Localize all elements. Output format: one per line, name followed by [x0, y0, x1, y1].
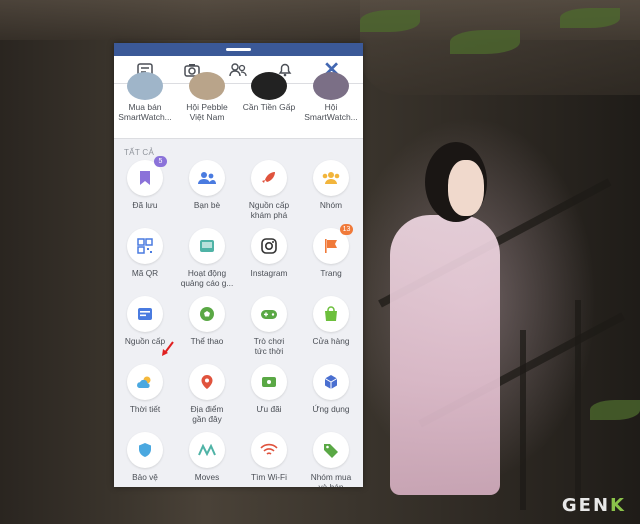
shortcut-wifi[interactable]: Tìm Wi-Fi [238, 432, 300, 482]
notification-badge: 13 [340, 224, 353, 235]
shortcut-label: Bảo vệ [132, 472, 158, 482]
shield-icon [127, 432, 163, 468]
shortcut-flag[interactable]: 13 Trang [300, 224, 362, 278]
notification-badge: 5 [154, 156, 167, 167]
shortcut-groups[interactable]: Nhóm [300, 160, 362, 210]
friends-icon [189, 160, 225, 196]
cube-icon [313, 364, 349, 400]
ads-icon [189, 228, 225, 264]
facebook-menu-screen: ✕ Mua bán SmartWatch... Hội Pebble Việt Na… [114, 43, 363, 487]
shortcut-label: Thời tiết [129, 404, 161, 414]
shortcut-friends[interactable]: Bạn bè [176, 160, 238, 210]
shortcut-label: Ưu đãi [256, 404, 282, 414]
shortcut-bookmark[interactable]: 5 Đã lưu [114, 156, 176, 210]
shortcut-label: Thể thao [190, 336, 224, 346]
shortcut-label: Nhóm mua và bán [310, 472, 352, 487]
shortcut-label: Hoạt động quảng cáo g... [180, 268, 234, 288]
shortcut-moves[interactable]: Moves [176, 432, 238, 482]
shortcut-rocket[interactable]: Nguồn cấp khám phá [238, 160, 300, 220]
shortcut-cube[interactable]: Ứng dụng [300, 364, 362, 414]
group-item[interactable]: Hội SmartWatch... [300, 72, 362, 122]
gamepad-icon [251, 296, 287, 332]
shopping-bag-icon [313, 296, 349, 332]
shortcut-soccer[interactable]: Thể thao [176, 296, 238, 346]
rocket-icon [251, 160, 287, 196]
shortcut-label: Đã lưu [132, 200, 158, 210]
shortcut-location-pin[interactable]: Địa điểm gần đây [176, 364, 238, 424]
shortcut-label: Moves [194, 472, 220, 482]
weather-icon [127, 364, 163, 400]
qr-icon [127, 228, 163, 264]
section-title: TẤT CẢ [124, 148, 155, 157]
friends-icon[interactable] [226, 58, 250, 82]
instagram-icon [251, 228, 287, 264]
shortcut-label: Instagram [250, 268, 288, 278]
shortcut-offers[interactable]: Ưu đãi [238, 364, 300, 414]
shortcut-label: Mã QR [131, 268, 159, 278]
group-item[interactable]: Hội Pebble Việt Nam [176, 72, 238, 122]
shortcut-label: Trò chơi tức thời [253, 336, 285, 356]
shortcut-label: Trang [320, 268, 342, 278]
shortcut-feed[interactable]: Nguồn cấp [114, 296, 176, 346]
top-bar [114, 43, 363, 56]
group-item[interactable]: Mua bán SmartWatch... [114, 72, 176, 122]
shortcut-label: Cửa hàng [312, 336, 350, 346]
wifi-icon [251, 432, 287, 468]
location-pin-icon [189, 364, 225, 400]
feed-icon [127, 296, 163, 332]
shortcut-instagram[interactable]: Instagram [238, 228, 300, 278]
shortcut-label: Tìm Wi-Fi [251, 472, 287, 482]
shortcut-label: Bạn bè [193, 200, 221, 210]
shortcut-tag[interactable]: Nhóm mua và bán [300, 432, 362, 487]
red-arrow-annotation [162, 341, 174, 356]
groups-icon [313, 160, 349, 196]
shortcut-label: Ứng dụng [312, 404, 350, 414]
shortcut-shopping-bag[interactable]: Cửa hàng [300, 296, 362, 346]
shortcut-gamepad[interactable]: Trò chơi tức thời [238, 296, 300, 356]
shortcut-qr[interactable]: Mã QR [114, 228, 176, 278]
soccer-icon [189, 296, 225, 332]
shortcut-label: Nhóm [319, 200, 343, 210]
drag-handle[interactable] [226, 48, 251, 51]
flag-icon: 13 [313, 224, 353, 264]
shortcut-label: Nguồn cấp khám phá [248, 200, 290, 220]
group-item[interactable]: Cần Tiền Gấp [238, 72, 300, 112]
offers-icon [251, 364, 287, 400]
shortcut-label: Địa điểm gần đây [190, 404, 224, 424]
genk-watermark: GENK [561, 495, 626, 516]
shortcut-ads[interactable]: Hoạt động quảng cáo g... [176, 228, 238, 288]
groups-row: Mua bán SmartWatch... Hội Pebble Việt Nam … [114, 72, 363, 139]
tag-icon [313, 432, 349, 468]
bookmark-icon: 5 [127, 156, 167, 196]
moves-icon [189, 432, 225, 468]
shortcut-shield[interactable]: Bảo vệ [114, 432, 176, 482]
shortcut-weather[interactable]: Thời tiết [114, 364, 176, 414]
